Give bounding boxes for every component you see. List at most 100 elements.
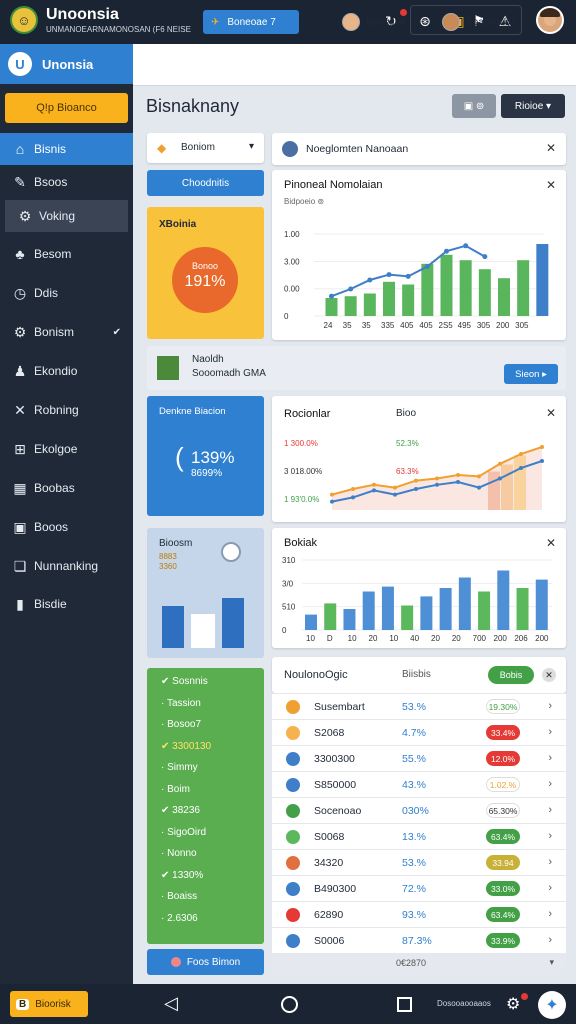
green-list-label: Boim xyxy=(167,783,190,795)
sidebar-item-4[interactable]: ◷ Ddis xyxy=(0,277,133,309)
x-tick-label: 10 xyxy=(389,634,398,643)
chevron-right-icon[interactable]: › xyxy=(548,804,552,816)
close-icon[interactable]: ✕ xyxy=(542,668,556,682)
close-icon[interactable]: ✕ xyxy=(546,141,556,155)
store-icon xyxy=(157,356,179,380)
chevron-right-icon[interactable]: › xyxy=(548,934,552,946)
chevron-right-icon[interactable]: › xyxy=(548,778,552,790)
table-row[interactable]: 3300300 55.% 12.0% › xyxy=(272,745,566,771)
sidebar-item-8[interactable]: ⊞ Ekolgoe xyxy=(0,433,133,465)
sidebar-item-label: Bsoos xyxy=(34,175,68,189)
tab-1[interactable]: ✈ Boneoae 7 xyxy=(203,10,299,34)
chevron-right-icon[interactable]: › xyxy=(548,726,552,738)
close-icon[interactable]: ✕ xyxy=(546,178,556,192)
sidebar-item-6[interactable]: ♟ Ekondio xyxy=(0,355,133,387)
sidebar-item-3[interactable]: ♣ Besom xyxy=(0,238,133,270)
table-row[interactable]: S0068 13.% 63.4% › xyxy=(272,823,566,849)
y-tick-label: 3/0 xyxy=(282,579,294,588)
line-point xyxy=(498,476,502,481)
bar xyxy=(478,591,491,630)
table-row[interactable]: Susembart 53.% 19.30% › xyxy=(272,693,566,719)
line-point xyxy=(351,487,355,491)
row-name: S2068 xyxy=(314,727,345,739)
line-point xyxy=(482,254,488,260)
y-tick-label: 0 xyxy=(282,626,287,635)
sync-icon[interactable]: ⊛ xyxy=(412,8,438,34)
avatar[interactable] xyxy=(536,6,564,34)
section-button[interactable]: Sieon ▸ xyxy=(504,364,558,384)
choose-button[interactable]: Choodnitis xyxy=(147,170,264,196)
sidebar-item-10[interactable]: ▣ Booos xyxy=(0,511,133,543)
back-icon[interactable]: ◁ xyxy=(164,993,178,1014)
green-list-item: ✔ 38236 xyxy=(161,805,200,816)
filter-select[interactable]: ◆ Boniom ▾ xyxy=(147,133,264,163)
x-tick-label: 335 xyxy=(381,321,395,330)
sidebar-item-12[interactable]: ▮ Bisdie xyxy=(0,588,133,620)
chevron-right-icon[interactable]: › xyxy=(548,752,552,764)
kpi-card-2[interactable]: Denkne Biacion ( 139% 8699% xyxy=(147,396,264,516)
notification-bar[interactable]: Noeglomten Nanoaan ✕ xyxy=(272,133,566,165)
bar xyxy=(439,588,452,630)
sidebar-item-label: Bisdie xyxy=(34,597,67,611)
tab-1-icon: ✈ xyxy=(211,16,220,28)
green-list-item: · Boim xyxy=(161,784,190,795)
sidebar-item-9[interactable]: ▦ Boobas xyxy=(0,472,133,504)
x-tick-label: 200 xyxy=(494,634,508,643)
view-toggle-button[interactable]: ▣ ⊚ xyxy=(452,94,496,118)
tab-2[interactable]: Bonso l4 xyxy=(342,10,405,34)
row-change-badge: 63.4% xyxy=(486,829,520,844)
table-row[interactable]: 62890 93.% 63.4% › xyxy=(272,901,566,927)
home-icon[interactable] xyxy=(281,996,298,1013)
y-tick-label: 310 xyxy=(282,556,296,565)
row-percent: 43.% xyxy=(402,779,426,791)
period-dropdown[interactable]: Rioioe ▾ xyxy=(501,94,565,118)
cta-button[interactable]: Q!p Bioanco xyxy=(5,93,128,123)
sidebar-item-5[interactable]: ⚙ Bonism ✔ xyxy=(0,316,133,348)
sidebar-item-label: Nunnanking xyxy=(34,559,99,573)
settings-icon[interactable]: ⚙ xyxy=(506,994,520,1014)
chevron-right-icon[interactable]: › xyxy=(548,856,552,868)
chevron-right-icon[interactable]: › xyxy=(548,908,552,920)
table-row[interactable]: S0006 87.3% 33.9% › xyxy=(272,927,566,953)
line-point xyxy=(435,482,439,487)
tab-3[interactable]: Boaceor @ xyxy=(442,10,516,34)
check-icon: ✔ xyxy=(161,805,173,816)
sidebar-item-1[interactable]: ✎ Bsoos xyxy=(0,166,133,198)
bottom-app-button[interactable]: B Bioorisk xyxy=(10,991,88,1017)
close-icon[interactable]: ✕ xyxy=(546,406,556,420)
chevron-right-icon[interactable]: › xyxy=(548,830,552,842)
row-icon xyxy=(286,908,300,922)
chevron-down-icon[interactable]: ▾ xyxy=(549,957,554,968)
table-row[interactable]: S2068 4.7% 33.4% › xyxy=(272,719,566,745)
bar xyxy=(344,296,357,316)
bar xyxy=(363,293,376,316)
kpi-3-bar-2 xyxy=(191,614,215,648)
kpi-card-3[interactable]: Bioosm 8883 3360 xyxy=(147,528,264,658)
row-icon xyxy=(286,882,300,896)
sidebar-item-0[interactable]: ⌂ Bisnis xyxy=(0,133,133,165)
recents-icon[interactable] xyxy=(397,997,412,1012)
kpi-card-1[interactable]: XBoinia Bonoo 191% xyxy=(147,207,264,339)
green-list-item: · Tassion xyxy=(161,698,201,709)
green-list-item: · Boaiss xyxy=(161,891,197,902)
table-row[interactable]: B490300 72.% 33.0% › xyxy=(272,875,566,901)
sidebar-header[interactable]: U Unonsia xyxy=(0,44,133,84)
assistant-icon[interactable]: ✦ xyxy=(538,991,566,1019)
x-tick-label: 10 xyxy=(306,634,315,643)
table-row[interactable]: S850000 43.% 1.02.% › xyxy=(272,771,566,797)
sidebar-item-11[interactable]: ❏ Nunnanking xyxy=(0,550,133,582)
green-list-label: Sosnnis xyxy=(172,676,208,687)
list-filter-button[interactable]: Bobis xyxy=(488,666,534,684)
footer-button[interactable]: Foos Bimon xyxy=(147,949,264,975)
list-header: NoulonoOgic Biisbis Bobis ✕ xyxy=(272,657,566,693)
list-header-title: NoulonoOgic xyxy=(284,669,348,681)
sidebar-item-7[interactable]: ✕ Robning xyxy=(0,394,133,426)
chevron-right-icon[interactable]: › xyxy=(548,882,552,894)
table-row[interactable]: 34320 53.% 33.94 › xyxy=(272,849,566,875)
sidebar-item-label: Ekondio xyxy=(34,364,78,378)
chevron-right-icon[interactable]: › xyxy=(548,700,552,712)
table-row[interactable]: Socenoao 030% 65.30% › xyxy=(272,797,566,823)
row-percent: 93.% xyxy=(402,909,426,921)
sidebar-item-2[interactable]: ⚙ Voking xyxy=(5,200,128,232)
bar xyxy=(497,570,510,630)
